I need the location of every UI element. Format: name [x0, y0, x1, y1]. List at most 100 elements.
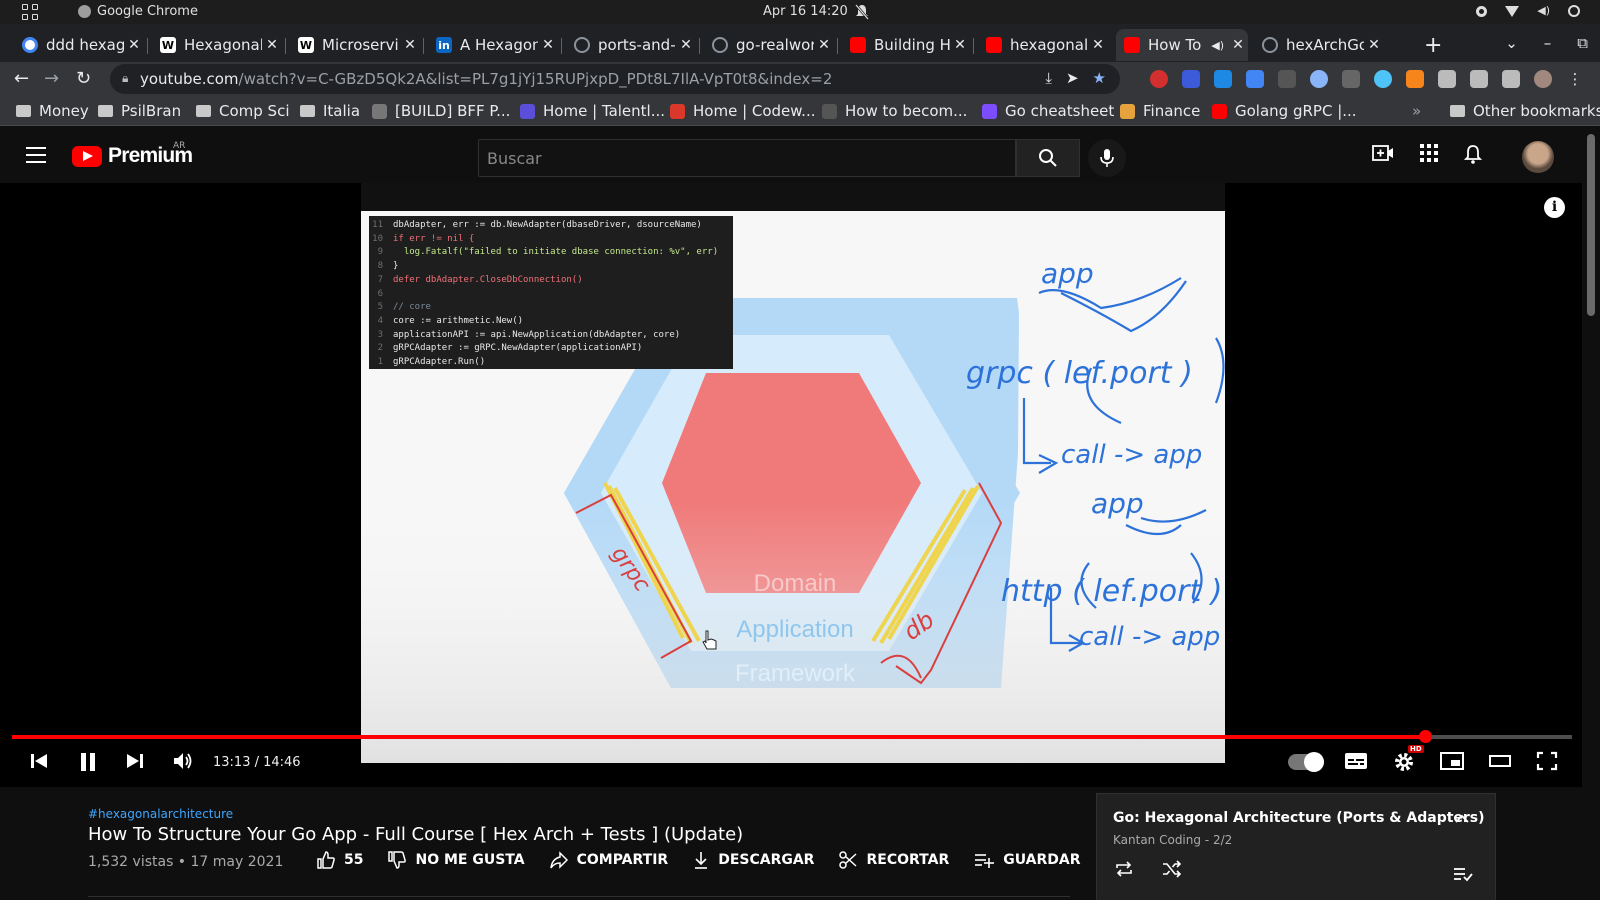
- new-tab-button[interactable]: +: [1424, 33, 1442, 58]
- voice-search-button[interactable]: [1088, 139, 1126, 177]
- close-tab-icon[interactable]: ✕: [1088, 37, 1108, 53]
- extension-icon[interactable]: [1310, 70, 1328, 88]
- close-tab-icon[interactable]: ✕: [814, 37, 834, 53]
- reading-list-icon[interactable]: [1470, 70, 1488, 88]
- close-tab-icon[interactable]: ✕: [262, 37, 282, 53]
- save-button[interactable]: GUARDAR: [973, 850, 1081, 870]
- tab-5[interactable]: ports-and- ✕: [566, 29, 696, 61]
- close-tab-icon[interactable]: ✕: [1364, 37, 1384, 53]
- playlist-title[interactable]: Go: Hexagonal Architecture (Ports & Adap…: [1113, 810, 1485, 826]
- playlist-channel[interactable]: Kantan Coding: [1113, 833, 1201, 847]
- extension-icon[interactable]: [1214, 70, 1232, 88]
- tab-search-icon[interactable]: ⌄: [1505, 34, 1518, 52]
- bookmarks-overflow-icon[interactable]: »: [1412, 102, 1421, 120]
- shuffle-icon[interactable]: [1161, 860, 1183, 878]
- bookmark-link[interactable]: How to becom...: [822, 102, 967, 120]
- video-player[interactable]: Domain Application Framework grpc db app…: [0, 183, 1582, 787]
- wifi-icon[interactable]: [1505, 6, 1520, 17]
- lock-icon[interactable]: 🔒︎: [122, 71, 128, 86]
- tab-10[interactable]: hexArchGo ✕: [1254, 29, 1384, 61]
- extension-icon[interactable]: [1342, 70, 1360, 88]
- autoplay-toggle[interactable]: [1288, 752, 1324, 772]
- bookmark-folder[interactable]: Italia: [300, 102, 360, 120]
- menu-icon[interactable]: [26, 147, 46, 168]
- download-button[interactable]: DESCARGAR: [692, 850, 814, 870]
- bookmark-link[interactable]: Golang gRPC |...: [1212, 102, 1357, 120]
- forward-button[interactable]: →: [44, 68, 59, 89]
- minimize-button[interactable]: –: [1544, 34, 1552, 52]
- like-button[interactable]: 55: [316, 850, 363, 870]
- system-clock[interactable]: Apr 16 14:20: [763, 4, 848, 19]
- scrubber-handle[interactable]: [1419, 730, 1432, 743]
- tab-4[interactable]: in A Hexagon ✕: [428, 29, 558, 61]
- bookmark-link[interactable]: [BUILD] BFF P...: [372, 102, 510, 120]
- page-scrollbar[interactable]: [1587, 134, 1595, 316]
- app-grid-icon[interactable]: [22, 4, 38, 20]
- puzzle-icon[interactable]: [1438, 70, 1456, 88]
- previous-icon[interactable]: [30, 751, 48, 771]
- bookmark-link[interactable]: Go cheatsheet: [982, 102, 1114, 120]
- clip-button[interactable]: RECORTAR: [838, 850, 949, 870]
- pause-icon[interactable]: [78, 751, 98, 773]
- dislike-button[interactable]: NO ME GUSTA: [387, 850, 525, 870]
- tab-9[interactable]: How To ◀) ✕: [1116, 29, 1248, 61]
- extension-icon[interactable]: [1278, 70, 1296, 88]
- close-tab-icon[interactable]: ✕: [676, 37, 696, 53]
- tab-2[interactable]: W Hexagonal ✕: [152, 29, 282, 61]
- power-icon[interactable]: [1568, 5, 1580, 17]
- extension-icon[interactable]: [1374, 70, 1392, 88]
- chevron-up-icon[interactable]: [1455, 814, 1469, 824]
- user-avatar[interactable]: [1522, 141, 1554, 173]
- bookmark-folder[interactable]: Other bookmarks: [1450, 102, 1600, 120]
- volume-icon[interactable]: ◀): [1537, 4, 1550, 17]
- close-tab-icon[interactable]: ✕: [950, 37, 970, 53]
- subtitles-icon[interactable]: [1344, 751, 1368, 771]
- close-tab-icon[interactable]: ✕: [538, 37, 558, 53]
- create-video-icon[interactable]: [1372, 144, 1394, 162]
- adblock-extension-icon[interactable]: [1150, 70, 1168, 88]
- extension-icon[interactable]: [1182, 70, 1200, 88]
- close-tab-icon[interactable]: ✕: [124, 37, 144, 53]
- share-button[interactable]: COMPARTIR: [549, 850, 668, 870]
- install-icon[interactable]: ⤓: [1045, 69, 1052, 87]
- miniplayer-icon[interactable]: [1440, 751, 1464, 771]
- tab-3[interactable]: W Microservi ✕: [290, 29, 420, 61]
- back-button[interactable]: ←: [14, 68, 29, 89]
- address-bar[interactable]: 🔒︎ youtube.com/watch?v=C-GBzD5Qk2A&list=…: [110, 64, 1120, 94]
- playlist-menu-icon[interactable]: [1453, 866, 1473, 882]
- metamask-extension-icon[interactable]: [1406, 70, 1424, 88]
- close-tab-icon[interactable]: ✕: [400, 37, 420, 53]
- next-icon[interactable]: [126, 751, 144, 771]
- tab-1[interactable]: ddd hexago✕: [14, 29, 144, 61]
- bookmark-link[interactable]: Finance: [1120, 102, 1200, 120]
- system-tray[interactable]: ◀): [1476, 4, 1580, 17]
- close-tab-icon[interactable]: ✕: [1228, 37, 1248, 53]
- apps-icon[interactable]: [1420, 144, 1438, 162]
- bookmark-star-icon[interactable]: ★: [1093, 69, 1106, 87]
- theater-mode-icon[interactable]: [1488, 751, 1512, 771]
- progress-bar[interactable]: [12, 730, 1572, 743]
- video-frame[interactable]: Domain Application Framework grpc db app…: [361, 183, 1225, 763]
- tab-6[interactable]: go-realwor ✕: [704, 29, 834, 61]
- chrome-menu-icon[interactable]: ⋮: [1566, 70, 1584, 88]
- volume-icon[interactable]: [172, 751, 194, 771]
- maximize-button[interactable]: ⧉: [1577, 34, 1588, 52]
- extension-icon[interactable]: [1246, 70, 1264, 88]
- hashtag-link[interactable]: #hexagonalarchitecture: [88, 807, 233, 821]
- bookmark-folder[interactable]: Money: [16, 102, 89, 120]
- bookmark-link[interactable]: Home | Codew...: [670, 102, 815, 120]
- tab-8[interactable]: hexagonal ✕: [978, 29, 1108, 61]
- search-button[interactable]: [1016, 139, 1080, 177]
- speaker-icon[interactable]: ◀): [1211, 39, 1224, 52]
- settings-icon[interactable]: [1393, 751, 1415, 773]
- notifications-icon[interactable]: [1464, 144, 1482, 164]
- notifications-muted-icon[interactable]: [855, 4, 869, 24]
- side-panel-icon[interactable]: [1502, 70, 1520, 88]
- bookmark-folder[interactable]: PsilBran: [98, 102, 181, 120]
- profile-avatar-icon[interactable]: [1534, 70, 1552, 88]
- send-icon[interactable]: ➤: [1066, 69, 1079, 87]
- search-input[interactable]: Buscar: [478, 139, 1016, 177]
- tab-7[interactable]: Building H ✕: [842, 29, 970, 61]
- loop-icon[interactable]: [1113, 860, 1135, 878]
- reload-button[interactable]: ↻: [76, 68, 91, 89]
